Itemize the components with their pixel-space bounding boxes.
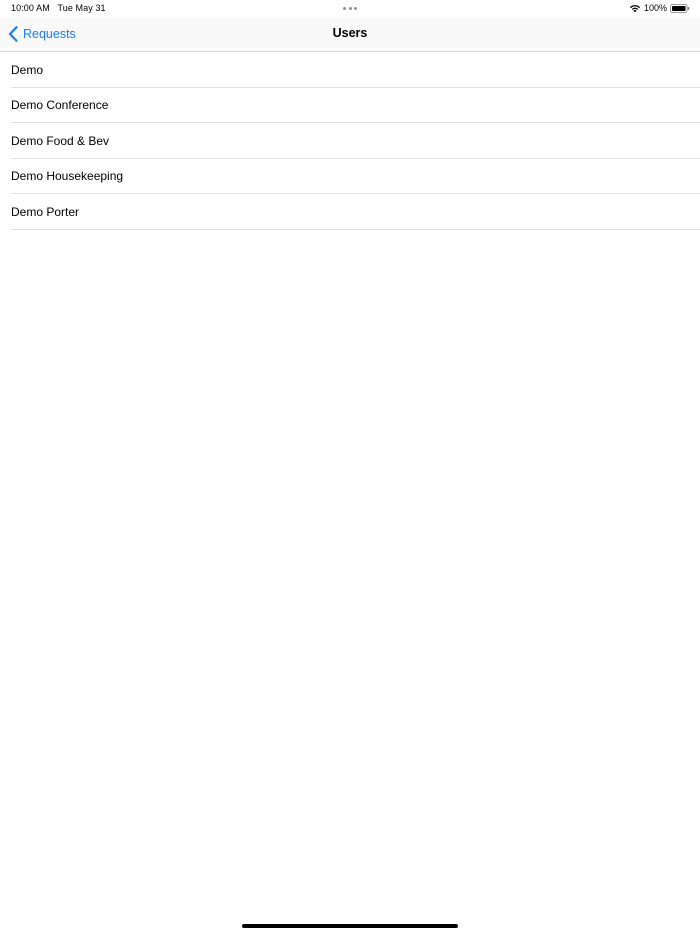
status-indicators: 100%	[629, 2, 690, 14]
user-name: Demo Conference	[11, 98, 109, 113]
page-title: Users	[332, 26, 368, 40]
list-item[interactable]: Demo Porter	[0, 194, 700, 230]
status-clock: 10:00 AM	[11, 3, 50, 13]
status-date: Tue May 31	[57, 3, 106, 13]
wifi-icon	[629, 5, 640, 13]
list-item[interactable]: Demo	[0, 52, 700, 88]
status-time: 10:00 AM Tue May 31	[11, 3, 106, 13]
user-name: Demo	[11, 62, 44, 77]
battery-icon	[670, 3, 690, 13]
status-bar: 10:00 AM Tue May 31 100%	[0, 0, 700, 17]
multitasking-dots-icon[interactable]	[343, 7, 357, 10]
user-name: Demo Porter	[11, 204, 80, 219]
home-indicator[interactable]	[242, 924, 458, 928]
user-list: Demo Demo Conference Demo Food & Bev Dem…	[0, 52, 700, 230]
list-item[interactable]: Demo Conference	[0, 88, 700, 124]
list-item[interactable]: Demo Food & Bev	[0, 123, 700, 159]
list-item[interactable]: Demo Housekeeping	[0, 159, 700, 195]
user-name: Demo Food & Bev	[11, 133, 110, 148]
navigation-bar: Requests Users	[0, 17, 700, 52]
battery-percentage: 100%	[643, 3, 667, 13]
user-name: Demo Housekeeping	[11, 169, 124, 184]
